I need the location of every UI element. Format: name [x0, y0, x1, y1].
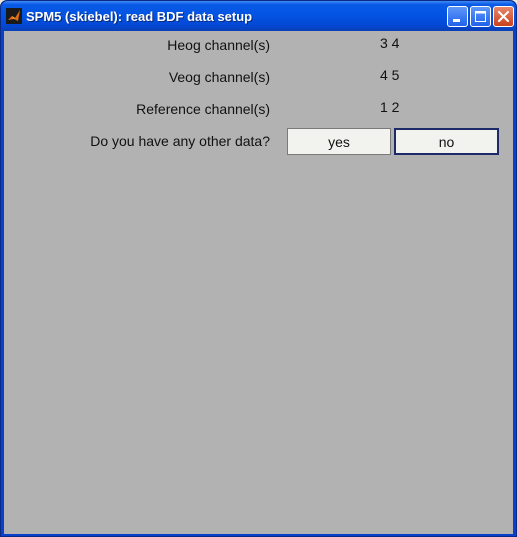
reference-label: Reference channel(s) [136, 101, 270, 117]
maximize-icon [475, 11, 486, 22]
minimize-button[interactable] [447, 6, 468, 27]
yes-button[interactable]: yes [287, 128, 391, 155]
veog-value: 4 5 [380, 67, 400, 83]
veog-label: Veog channel(s) [168, 69, 270, 85]
close-button[interactable] [493, 6, 514, 27]
matlab-logo-icon [6, 8, 22, 24]
heog-label: Heog channel(s) [167, 37, 270, 53]
reference-value: 1 2 [380, 99, 400, 115]
window-title: SPM5 (skiebel): read BDF data setup [26, 9, 253, 24]
dialog-window: SPM5 (skiebel): read BDF data setup Heog… [0, 0, 517, 537]
minimize-icon [453, 19, 460, 22]
dialog-content: Heog channel(s) 3 4 Veog channel(s) 4 5 … [4, 31, 513, 534]
no-button[interactable]: no [394, 128, 499, 155]
heog-value: 3 4 [380, 35, 400, 51]
close-icon [498, 11, 509, 22]
maximize-button[interactable] [470, 6, 491, 27]
title-bar[interactable]: SPM5 (skiebel): read BDF data setup [1, 1, 516, 31]
other-data-question: Do you have any other data? [90, 133, 270, 149]
